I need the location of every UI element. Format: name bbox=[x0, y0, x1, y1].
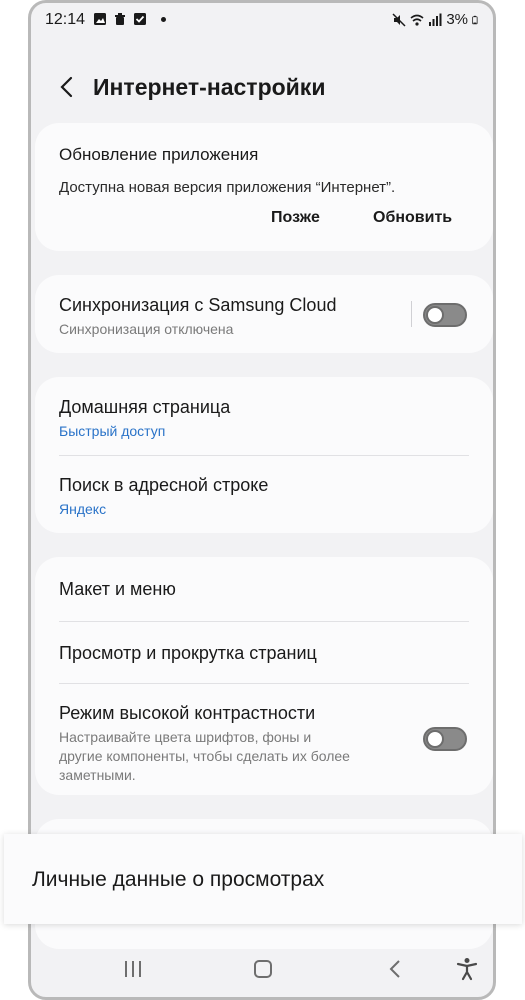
update-title: Обновление приложения bbox=[59, 145, 259, 164]
battery-percent: 3% bbox=[446, 11, 468, 28]
high-contrast-toggle[interactable] bbox=[423, 727, 467, 751]
trash-icon bbox=[115, 13, 125, 25]
system-icons: 3% bbox=[392, 11, 481, 28]
mute-icon bbox=[392, 12, 406, 27]
layout-card: Макет и меню Просмотр и прокрутка страни… bbox=[35, 557, 493, 795]
app-header: Интернет-настройки bbox=[31, 61, 493, 115]
signal-icon bbox=[429, 13, 442, 26]
back-nav-button[interactable] bbox=[381, 955, 409, 983]
recents-icon bbox=[125, 961, 141, 977]
home-search-card: Домашняя страница Быстрый доступ Поиск в… bbox=[35, 377, 493, 533]
toggle-knob bbox=[426, 730, 444, 748]
home-page-title: Домашняя страница bbox=[59, 397, 231, 417]
accessibility-button[interactable] bbox=[453, 955, 481, 983]
browse-scroll-row[interactable]: Просмотр и прокрутка страниц bbox=[35, 621, 493, 683]
back-button[interactable] bbox=[51, 71, 83, 103]
high-contrast-title: Режим высокой контрастности bbox=[59, 703, 316, 723]
home-page-row[interactable]: Домашняя страница Быстрый доступ bbox=[35, 377, 493, 455]
sync-subtitle: Синхронизация отключена bbox=[59, 321, 234, 337]
high-contrast-desc-2: другие компоненты, чтобы сделать их боле… bbox=[59, 748, 350, 764]
home-icon bbox=[254, 960, 272, 978]
gallery-icon bbox=[94, 13, 106, 25]
later-button[interactable]: Позже bbox=[271, 209, 320, 227]
chevron-left-icon bbox=[60, 76, 73, 98]
update-text: Доступна новая версия приложения “Интерн… bbox=[59, 179, 396, 196]
sync-card[interactable]: Синхронизация с Samsung Cloud Синхрониза… bbox=[35, 275, 493, 353]
privacy-data-label: Личные данные о просмотрах bbox=[32, 868, 325, 891]
address-search-row[interactable]: Поиск в адресной строке Яндекс bbox=[35, 455, 493, 533]
address-search-title: Поиск в адресной строке bbox=[59, 475, 269, 495]
notification-icons bbox=[93, 12, 166, 26]
address-search-value: Яндекс bbox=[59, 501, 107, 517]
navigation-bar bbox=[31, 937, 493, 997]
status-bar: 12:14 3% bbox=[31, 3, 493, 37]
battery-icon bbox=[472, 15, 478, 24]
update-card: Обновление приложения Доступна новая вер… bbox=[35, 123, 493, 251]
home-button[interactable] bbox=[249, 955, 277, 983]
layout-menu-row[interactable]: Макет и меню bbox=[35, 557, 493, 621]
high-contrast-row[interactable]: Режим высокой контрастности Настраивайте… bbox=[35, 683, 493, 795]
sync-title: Синхронизация с Samsung Cloud bbox=[59, 295, 337, 315]
high-contrast-desc-1: Настраивайте цвета шрифтов, фоны и bbox=[59, 729, 312, 745]
accessibility-icon bbox=[456, 958, 478, 981]
update-button[interactable]: Обновить bbox=[373, 209, 452, 227]
checkbox-icon bbox=[134, 13, 146, 25]
privacy-data-highlight[interactable]: Личные данные о просмотрах bbox=[4, 834, 522, 924]
more-notifications-dot bbox=[161, 16, 166, 22]
layout-menu-title: Макет и меню bbox=[59, 579, 176, 599]
toggle-knob bbox=[426, 306, 444, 324]
high-contrast-desc-3: заметными. bbox=[59, 767, 136, 783]
toggle-separator bbox=[411, 301, 412, 327]
sync-toggle[interactable] bbox=[423, 303, 467, 327]
status-time: 12:14 bbox=[45, 11, 86, 28]
home-page-value: Быстрый доступ bbox=[59, 423, 166, 439]
browse-scroll-title: Просмотр и прокрутка страниц bbox=[59, 643, 317, 663]
wifi-icon bbox=[410, 14, 424, 26]
recent-apps-button[interactable] bbox=[119, 955, 147, 983]
back-icon bbox=[389, 960, 400, 978]
page-title: Интернет-настройки bbox=[93, 74, 326, 100]
